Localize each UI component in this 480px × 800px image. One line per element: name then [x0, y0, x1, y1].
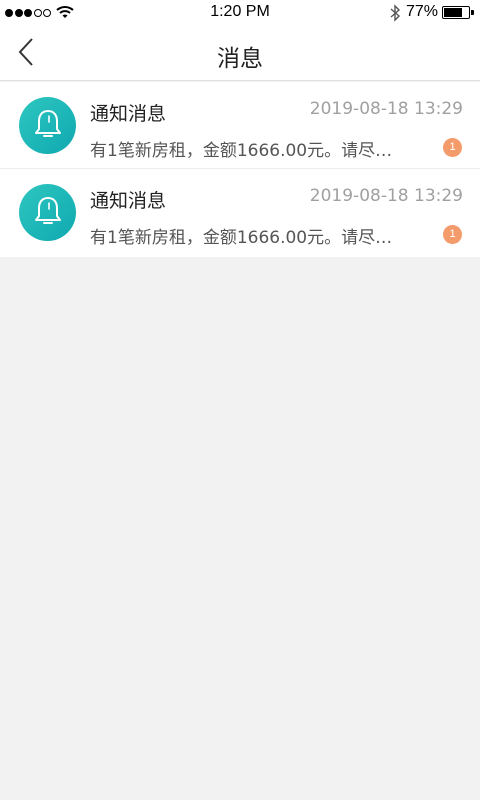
battery-fill — [444, 8, 463, 17]
message-time: 2019-08-18 13:29 — [309, 99, 463, 119]
nav-bar: 消息 — [0, 26, 480, 81]
battery-percent: 77% — [406, 3, 439, 20]
unread-badge: 1 — [443, 138, 462, 157]
messages-screen: 1:20 PM 77% 消息 通知消息 2019-08-18 13:29 有1笔… — [0, 0, 480, 800]
avatar — [19, 97, 76, 154]
battery-nub — [471, 10, 474, 15]
message-list: 通知消息 2019-08-18 13:29 有1笔新房租，金额1666.00元。… — [0, 82, 480, 257]
status-bar: 1:20 PM 77% — [0, 0, 480, 26]
avatar — [19, 184, 76, 241]
bell-icon — [33, 108, 63, 144]
battery-icon — [442, 6, 474, 19]
message-time: 2019-08-18 13:29 — [309, 186, 463, 206]
bell-icon — [33, 195, 63, 231]
message-title: 通知消息 — [90, 103, 167, 125]
message-title: 通知消息 — [90, 190, 167, 212]
bluetooth-icon — [389, 4, 401, 27]
list-item[interactable]: 通知消息 2019-08-18 13:29 有1笔新房租，金额1666.00元。… — [0, 169, 480, 257]
list-item[interactable]: 通知消息 2019-08-18 13:29 有1笔新房租，金额1666.00元。… — [0, 82, 480, 169]
message-preview: 有1笔新房租，金额1666.00元。请尽… — [90, 141, 393, 161]
page-title: 消息 — [217, 46, 263, 72]
message-preview: 有1笔新房租，金额1666.00元。请尽… — [90, 228, 393, 248]
unread-badge: 1 — [443, 225, 462, 244]
